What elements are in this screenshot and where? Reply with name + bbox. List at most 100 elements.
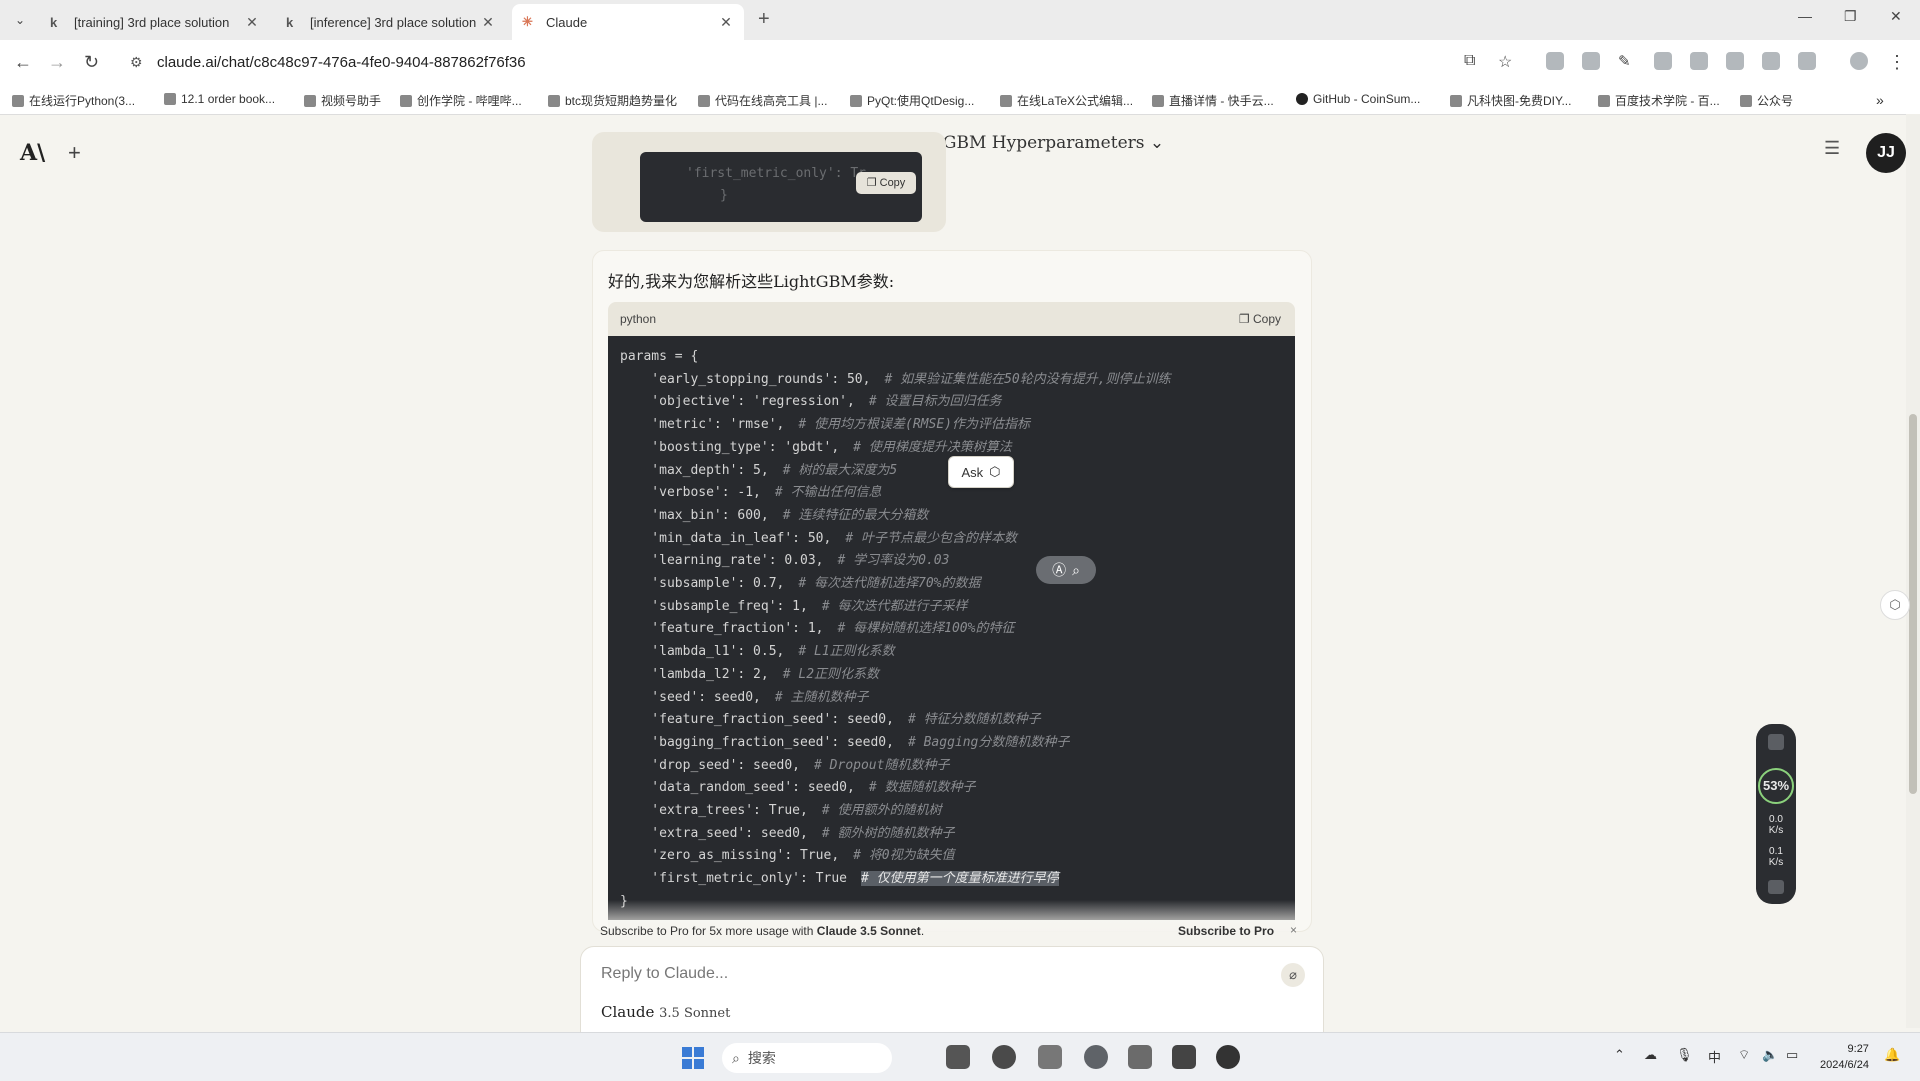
code-comment: # 仅使用第一个度量标准进行早停 <box>860 871 1059 887</box>
copy-button[interactable]: ❐ Copy <box>856 172 916 194</box>
bookmark-star-icon[interactable]: ☆ <box>1498 52 1512 72</box>
subscribe-to-pro-link[interactable]: Subscribe to Pro <box>1178 924 1274 938</box>
new-chat-icon[interactable]: + <box>68 140 81 166</box>
bookmark-item[interactable]: 百度技术学院 - 百... <box>1598 92 1720 109</box>
model-selector[interactable]: Claude 3.5 Sonnet <box>601 1003 730 1021</box>
bookmark-item[interactable]: 在线运行Python(3... <box>12 92 135 109</box>
browser-tab-claude[interactable]: ✳ Claude ✕ <box>512 4 744 40</box>
close-tab-icon[interactable]: ✕ <box>480 14 496 31</box>
browser-menu-icon[interactable]: ⋮ <box>1888 52 1906 73</box>
bookmark-item[interactable]: 创作学院 - 哔哩哔... <box>400 92 522 109</box>
bookmark-item[interactable]: 代码在线高亮工具 |... <box>698 92 827 109</box>
assistant-intro-text: 好的,我来为您解析这些LightGBM参数: <box>608 272 895 291</box>
microphone-icon[interactable]: 🎙 <box>1676 1047 1693 1063</box>
cloud-icon[interactable]: ☁ <box>1644 1047 1657 1063</box>
wifi-icon[interactable]: ⌔ <box>1738 1047 1750 1063</box>
ime-indicator[interactable]: 中 <box>1708 1047 1721 1066</box>
code-line: 'objective': 'regression', # 设置目标为回归任务 <box>620 394 1002 410</box>
code-line: 'metric': 'rmse', # 使用均方根误差(RMSE)作为评估指标 <box>620 417 1030 433</box>
bookmark-item[interactable]: 公众号 <box>1740 92 1793 109</box>
install-app-icon[interactable]: ⧉ <box>1464 52 1475 70</box>
extension-icon[interactable] <box>1546 52 1564 70</box>
file-icon[interactable] <box>946 1045 970 1069</box>
close-tab-icon[interactable]: ✕ <box>244 14 260 31</box>
chrome-icon[interactable] <box>1084 1045 1108 1069</box>
code-comment: # 使用均方根误差(RMSE)作为评估指标 <box>798 417 1030 433</box>
tab-title: [inference] 3rd place solution <box>310 14 477 30</box>
battery-icon[interactable]: ▭ <box>1786 1047 1798 1063</box>
extension-icon[interactable] <box>1582 52 1600 70</box>
extensions-puzzle-icon[interactable] <box>1798 52 1816 70</box>
code-line: 'early_stopping_rounds': 50, # 如果验证集性能在50… <box>620 371 1171 387</box>
attachment-icon[interactable]: ⌀ <box>1281 963 1305 987</box>
more-bookmarks-icon[interactable]: » <box>1876 92 1884 108</box>
tray-chevron-up-icon[interactable]: ⌃ <box>1614 1047 1625 1063</box>
forward-icon[interactable]: → <box>48 52 66 73</box>
code-comment: # L1正则化系数 <box>798 644 895 660</box>
bookmark-item[interactable]: 12.1 order book... <box>164 92 275 106</box>
code-line: 'max_depth': 5, # 树的最大深度为5 <box>620 462 898 478</box>
minimize-icon[interactable]: — <box>1798 8 1812 24</box>
reply-composer[interactable]: Reply to Claude... ⌀ Claude 3.5 Sonnet <box>580 946 1324 1042</box>
new-tab-icon[interactable]: + <box>758 8 770 31</box>
notification-bell-icon[interactable]: 🔔 <box>1884 1047 1900 1063</box>
app-icon[interactable] <box>1038 1045 1062 1069</box>
bookmark-item[interactable]: 凡科快图-免费DIY... <box>1450 92 1571 109</box>
app-icon[interactable] <box>992 1045 1016 1069</box>
page-scrollbar[interactable] <box>1906 114 1920 1028</box>
reload-icon[interactable]: ↻ <box>84 52 99 73</box>
anthropic-logo[interactable]: A\ <box>20 140 45 166</box>
bookmark-item[interactable]: btc现货短期趋势量化 <box>548 92 677 109</box>
app-icon[interactable] <box>1216 1045 1240 1069</box>
pen-extension-icon[interactable]: ✎ <box>1618 52 1631 70</box>
url-field[interactable]: claude.ai/chat/c8c48c97-476a-4fe0-9404-8… <box>157 54 526 71</box>
bookmark-item[interactable]: 视频号助手 <box>304 92 381 109</box>
taskbar-search[interactable]: ⌕ 搜索 <box>722 1043 892 1073</box>
profile-icon[interactable] <box>1850 52 1868 70</box>
scrollbar-thumb[interactable] <box>1909 414 1917 794</box>
bookmark-icon <box>1598 94 1610 107</box>
browser-tab-inference[interactable]: k [inference] 3rd place solution ✕ <box>276 4 506 40</box>
code-comment: # 主随机数种子 <box>774 689 869 705</box>
extension-icon[interactable] <box>1726 52 1744 70</box>
code-line: 'zero_as_missing': True, # 将0视为缺失值 <box>620 848 955 864</box>
user-avatar[interactable]: JJ <box>1866 133 1906 173</box>
ask-popup-button[interactable]: Ask ⬡ <box>948 456 1014 488</box>
github-icon <box>1296 93 1308 105</box>
code-comment: # 每次迭代随机选择70%的数据 <box>798 576 981 591</box>
browser-tab-training[interactable]: k [training] 3rd place solution ✕ <box>40 4 270 40</box>
bookmark-item[interactable]: GitHub - CoinSum... <box>1296 92 1420 106</box>
code-comment: # 特征分数随机数种子 <box>907 712 1041 728</box>
copy-icon: ❐ <box>1238 312 1250 326</box>
code-comment: # 如果验证集性能在50轮内没有提升,则停止训练 <box>884 371 1171 387</box>
bookmark-item[interactable]: 直播详情 - 快手云... <box>1152 92 1274 109</box>
tab-search-icon[interactable]: ⌄ <box>10 10 30 30</box>
code-line: 'seed': seed0, # 主随机数种子 <box>620 689 869 705</box>
search-icon[interactable]: ⌕ <box>1072 562 1080 579</box>
extension-icon[interactable] <box>1690 52 1708 70</box>
site-info-icon[interactable]: ⚙ <box>130 54 143 71</box>
selection-toolbar[interactable]: Ⓐ ⌕ <box>1036 556 1096 584</box>
cube-sidebar-icon[interactable]: ⬡ <box>1880 590 1910 620</box>
camera-icon[interactable] <box>1768 880 1784 894</box>
copy-code-button[interactable]: ❐ Copy <box>1239 312 1281 326</box>
close-tab-icon[interactable]: ✕ <box>718 14 734 31</box>
volume-icon[interactable]: 🔈 <box>1762 1047 1778 1063</box>
extension-icon[interactable] <box>1654 52 1672 70</box>
windows-start-icon[interactable] <box>682 1047 704 1069</box>
back-icon[interactable]: ← <box>14 52 32 73</box>
reply-input[interactable]: Reply to Claude... <box>601 965 728 983</box>
code-block[interactable]: params = { 'early_stopping_rounds': 50, #… <box>608 336 1295 920</box>
restore-icon[interactable]: ❐ <box>1844 8 1857 25</box>
ai-icon[interactable]: Ⓐ <box>1052 560 1066 580</box>
bookmark-item[interactable]: 在线LaTeX公式编辑... <box>1000 92 1133 109</box>
wps-icon[interactable] <box>1172 1045 1196 1069</box>
extension-icon[interactable] <box>1762 52 1780 70</box>
close-banner-icon[interactable]: × <box>1290 923 1297 937</box>
close-window-icon[interactable]: ✕ <box>1890 8 1902 25</box>
bookmark-item[interactable]: PyQt:使用QtDesig... <box>850 92 974 109</box>
system-clock[interactable]: 9:27 2024/6/24 <box>1820 1041 1869 1073</box>
chat-settings-icon[interactable]: ☰ <box>1824 138 1840 159</box>
folder-icon[interactable] <box>1128 1045 1152 1069</box>
network-monitor-widget[interactable]: 53% 0.0 K/s 0.1 K/s <box>1756 724 1796 904</box>
